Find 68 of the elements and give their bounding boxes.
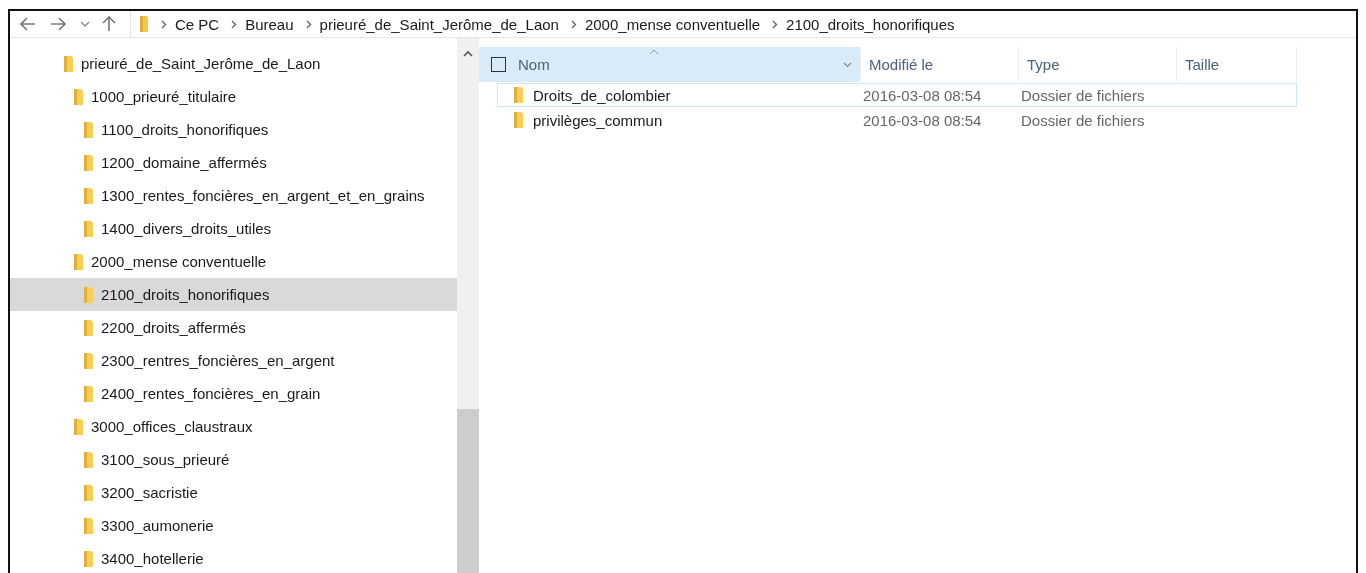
folder-icon xyxy=(139,15,149,33)
file-row[interactable]: privilèges_commun 2016-03-08 08:54 Dossier de fichiers xyxy=(497,108,1297,132)
file-name: Droits_de_colombier xyxy=(533,86,671,104)
folder-icon xyxy=(64,54,73,73)
back-icon[interactable] xyxy=(20,17,36,31)
file-name: privilèges_commun xyxy=(533,111,663,129)
folder-icon xyxy=(84,120,93,139)
modified-date: 2016-03-08 08:54 xyxy=(863,111,983,129)
breadcrumb[interactable]: Bureau xyxy=(245,15,294,33)
column-header[interactable]: Type xyxy=(1019,47,1177,82)
chevron-right-icon xyxy=(570,19,577,29)
file-row[interactable]: Droits_de_colombier 2016-03-08 08:54 Dossier de fichiers xyxy=(497,83,1297,107)
file-type: Dossier de fichiers xyxy=(1021,86,1146,104)
tree-item[interactable]: 1300_rentes_foncières_en_argent_et_en_grains xyxy=(10,179,457,212)
column-header[interactable]: Modifié le xyxy=(861,47,1019,82)
folder-icon xyxy=(84,483,93,502)
breadcrumb[interactable]: prieuré_de_Saint_Jerôme_de_Laon xyxy=(319,15,559,33)
tree-item[interactable]: 3100_sous_prieuré xyxy=(10,443,457,476)
chevron-down-icon[interactable] xyxy=(80,21,90,27)
breadcrumb[interactable]: 2000_mense conventuelle xyxy=(584,15,761,33)
forward-icon[interactable] xyxy=(50,17,66,31)
breadcrumb[interactable]: 2100_droits_honorifiques xyxy=(786,15,955,33)
scrollbar[interactable] xyxy=(457,38,479,573)
folder-icon xyxy=(84,153,93,172)
modified-date: 2016-03-08 08:54 xyxy=(863,86,983,104)
chevron-right-icon xyxy=(161,19,167,29)
up-arrow-icon[interactable] xyxy=(102,16,116,32)
tree-item[interactable]: 1000_prieuré_titulaire xyxy=(10,80,457,113)
address-bar[interactable]: Ce PC Bureau prieuré_de_Saint_Jerôme_de_Laon 2000_mense conventuelle 2100_droits_honorifiques xyxy=(130,11,1356,37)
scroll-up-icon[interactable] xyxy=(463,50,473,57)
column-header[interactable]: Taille xyxy=(1177,47,1297,82)
folder-icon xyxy=(84,186,93,205)
checkbox[interactable] xyxy=(491,57,506,72)
folder-icon xyxy=(84,351,93,370)
tree-item[interactable]: 2000_mense conventuelle xyxy=(10,245,457,278)
tree-item[interactable]: 2100_droits_honorifiques xyxy=(10,278,457,311)
tree-item[interactable]: 1400_divers_droits_utiles xyxy=(10,212,457,245)
tree-item[interactable]: 3000_offices_claustraux xyxy=(10,410,457,443)
tree-item[interactable]: 2200_droits_affermés xyxy=(10,311,457,344)
tree-item[interactable]: 3400_hotellerie xyxy=(10,542,457,573)
folder-icon xyxy=(84,285,93,304)
tree-item[interactable]: 2300_rentres_foncières_en_argent xyxy=(10,344,457,377)
folder-icon xyxy=(84,219,93,238)
sort-up-icon xyxy=(649,49,659,55)
chevron-right-icon xyxy=(231,19,238,29)
folder-icon xyxy=(84,549,93,568)
folder-icon xyxy=(514,86,523,104)
breadcrumb[interactable]: Ce PC xyxy=(175,15,220,33)
scrollbar-thumb[interactable] xyxy=(457,409,479,573)
tree-item[interactable]: 1100_droits_honorifiques xyxy=(10,113,457,146)
chevron-right-icon xyxy=(305,19,312,29)
folder-icon xyxy=(74,87,83,106)
folder-icon xyxy=(514,111,523,129)
chevron-down-icon[interactable] xyxy=(843,62,852,68)
file-type: Dossier de fichiers xyxy=(1021,111,1146,129)
folder-icon xyxy=(74,417,83,436)
column-header[interactable]: Nom xyxy=(479,47,861,82)
tree-item[interactable]: 3300_aumonerie xyxy=(10,509,457,542)
chevron-right-icon xyxy=(772,19,779,29)
tree-item[interactable]: 1200_domaine_affermés xyxy=(10,146,457,179)
folder-icon xyxy=(84,516,93,535)
tree-item[interactable]: 3200_sacristie xyxy=(10,476,457,509)
tree-item[interactable]: 2400_rentes_foncières_en_grain xyxy=(10,377,457,410)
folder-icon xyxy=(84,318,93,337)
folder-icon xyxy=(74,252,83,271)
tree-item[interactable]: prieuré_de_Saint_Jerôme_de_Laon xyxy=(10,47,457,80)
folder-icon xyxy=(84,450,93,469)
folder-icon xyxy=(84,384,93,403)
